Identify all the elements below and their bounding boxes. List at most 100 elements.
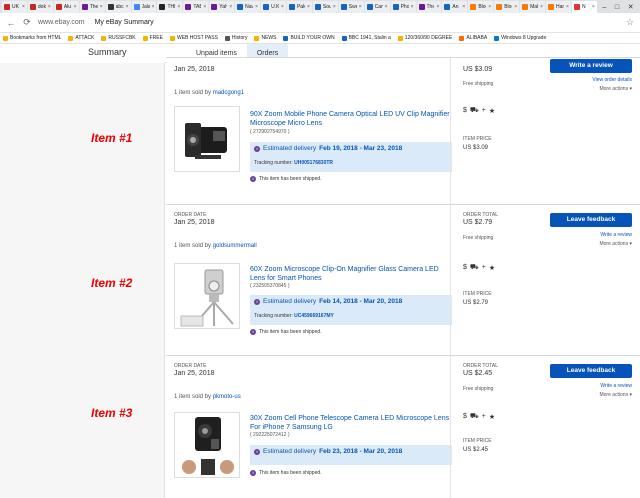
browser-tab[interactable]: THE×: [157, 1, 183, 13]
leave-feedback-button[interactable]: Leave feedback: [550, 213, 632, 227]
bookmark-item[interactable]: BBC 1941, Stalin a: [341, 35, 391, 41]
tab-label: dok: [37, 4, 46, 10]
view-order-details-link[interactable]: View order details: [592, 77, 632, 83]
summary-title[interactable]: Summary: [88, 47, 127, 57]
seller-link[interactable]: pkmoto-us: [213, 394, 241, 400]
tab-close-icon[interactable]: ×: [229, 4, 232, 10]
browser-tab[interactable]: N ×: [571, 1, 597, 13]
tab-close-icon[interactable]: ×: [436, 4, 439, 10]
tab-close-icon[interactable]: ×: [281, 4, 284, 10]
browser-tab[interactable]: Nav ×: [235, 1, 261, 13]
tab-close-icon[interactable]: ×: [74, 4, 77, 10]
product-title-link[interactable]: 60X Zoom Microscope Clip-On Magnifier Gl…: [250, 265, 455, 283]
tab-close-icon[interactable]: ×: [100, 4, 103, 10]
bookmark-item[interactable]: ALIBABA: [459, 35, 487, 41]
bookmark-label: NEWS: [261, 35, 277, 41]
tab-close-icon[interactable]: ×: [48, 4, 51, 10]
back-arrow-icon[interactable]: ←: [6, 18, 16, 28]
tab-label: Blog: [504, 4, 512, 10]
tab-close-icon[interactable]: ×: [488, 4, 491, 10]
tab-close-icon[interactable]: ×: [411, 4, 414, 10]
bookmark-item[interactable]: WEB HOST PASS: [169, 35, 218, 41]
bookmark-item[interactable]: FREE: [142, 35, 163, 41]
shipped-status: i This item has been shipped.: [250, 329, 322, 335]
shipped-info-icon: i: [250, 329, 256, 335]
bookmark-item[interactable]: History: [224, 35, 247, 41]
seller-link[interactable]: goldsummermall: [213, 243, 257, 249]
more-actions-menu[interactable]: More actions ▾: [599, 86, 632, 92]
write-review-button[interactable]: Write a review: [550, 59, 632, 73]
tab-close-icon[interactable]: ×: [592, 4, 595, 10]
browser-tab[interactable]: Blog×: [494, 1, 520, 13]
seller-link[interactable]: madcgong1: [213, 90, 244, 96]
browser-tab[interactable]: TAB ×: [183, 1, 209, 13]
browser-tab[interactable]: Sou ×: [312, 1, 338, 13]
tab-close-icon[interactable]: ×: [126, 4, 129, 10]
tab-close-icon[interactable]: ×: [566, 4, 569, 10]
tab-label: Pak: [296, 4, 305, 10]
write-review-link[interactable]: Write a review: [600, 383, 632, 389]
tab-close-icon[interactable]: ×: [152, 4, 155, 10]
product-image-1: [185, 123, 227, 159]
more-actions-menu[interactable]: More actions ▾: [599, 392, 632, 398]
browser-tab[interactable]: Swe×: [338, 1, 364, 13]
star-icon: ★: [488, 264, 496, 272]
bookmark-label: BBC 1941, Stalin a: [348, 35, 391, 41]
tab-label: THE: [167, 4, 175, 10]
tab-close-icon[interactable]: ×: [22, 4, 25, 10]
browser-tab[interactable]: Pak ×: [286, 1, 312, 13]
bookmark-item[interactable]: RUSSFCBK: [101, 35, 136, 41]
browser-tab[interactable]: Yah ×: [209, 1, 235, 13]
bookmark-item[interactable]: 120/360/90 DEGREE: [397, 35, 452, 41]
browser-tab[interactable]: An ×: [442, 1, 468, 13]
bookmark-folder-icon: [494, 35, 500, 41]
tab-close-icon[interactable]: ×: [514, 4, 517, 10]
product-thumbnail[interactable]: [174, 263, 240, 329]
bookmark-item[interactable]: Bookmarks from HTML: [3, 35, 61, 41]
tab-close-icon[interactable]: ×: [385, 4, 388, 10]
tab-close-icon[interactable]: ×: [255, 4, 258, 10]
more-actions-menu[interactable]: More actions ▾: [599, 241, 632, 247]
browser-tab[interactable]: Blog×: [468, 1, 494, 13]
bookmark-item[interactable]: NEWS: [254, 35, 276, 41]
bookmark-item[interactable]: ATTACK: [68, 35, 94, 41]
tracking-number[interactable]: UC459669167MY: [294, 313, 334, 319]
bookmark-item[interactable]: BUILD YOUR OWN: [283, 35, 335, 41]
url-text[interactable]: www.ebay.com: [38, 19, 85, 26]
product-title-link[interactable]: 30X Zoom Cell Phone Telescope Camera LED…: [250, 414, 455, 432]
leave-feedback-button[interactable]: Leave feedback: [550, 364, 632, 378]
product-thumbnail[interactable]: [174, 106, 240, 172]
tab-close-icon[interactable]: ×: [203, 4, 206, 10]
browser-tab[interactable]: Har ×: [546, 1, 571, 13]
bookmark-star-icon[interactable]: ☆: [626, 17, 634, 28]
tab-close-icon[interactable]: ×: [307, 4, 310, 10]
tab-close-icon[interactable]: ×: [540, 4, 543, 10]
tab-close-icon[interactable]: ×: [462, 4, 465, 10]
tab-close-icon[interactable]: ×: [359, 4, 362, 10]
browser-tab[interactable]: The ×: [416, 1, 442, 13]
product-title-link[interactable]: 90X Zoom Mobile Phone Camera Optical LED…: [250, 110, 455, 128]
close-icon[interactable]: ✕: [628, 3, 634, 11]
browser-tab[interactable]: UK ×: [2, 1, 27, 13]
browser-tab[interactable]: U.K.×: [261, 1, 286, 13]
browser-tab[interactable]: Pho ×: [390, 1, 416, 13]
browser-tab[interactable]: abc ×: [105, 1, 131, 13]
browser-tab[interactable]: dok ×: [27, 1, 53, 13]
minimize-icon[interactable]: –: [602, 4, 606, 11]
bookmark-folder-icon: [254, 35, 260, 41]
reload-icon[interactable]: ⟳: [22, 17, 32, 28]
tab-close-icon[interactable]: ×: [333, 4, 336, 10]
tab-favicon-icon: [237, 4, 244, 10]
browser-tab[interactable]: Alu ×: [53, 1, 79, 13]
tab-close-icon[interactable]: ×: [177, 4, 180, 10]
bookmark-item[interactable]: Windows 8 Upgrade: [494, 35, 546, 41]
product-thumbnail[interactable]: [174, 412, 240, 478]
browser-tab[interactable]: Mak×: [520, 1, 546, 13]
feedback-plus-icon: +: [481, 107, 486, 114]
browser-tab[interactable]: The ×: [79, 1, 105, 13]
browser-tab[interactable]: Jala ×: [131, 1, 157, 13]
tracking-number[interactable]: UH005176830TR: [294, 160, 333, 166]
maximize-icon[interactable]: □: [615, 4, 619, 11]
browser-tab[interactable]: Can ×: [364, 1, 390, 13]
write-review-link[interactable]: Write a review: [600, 232, 632, 238]
